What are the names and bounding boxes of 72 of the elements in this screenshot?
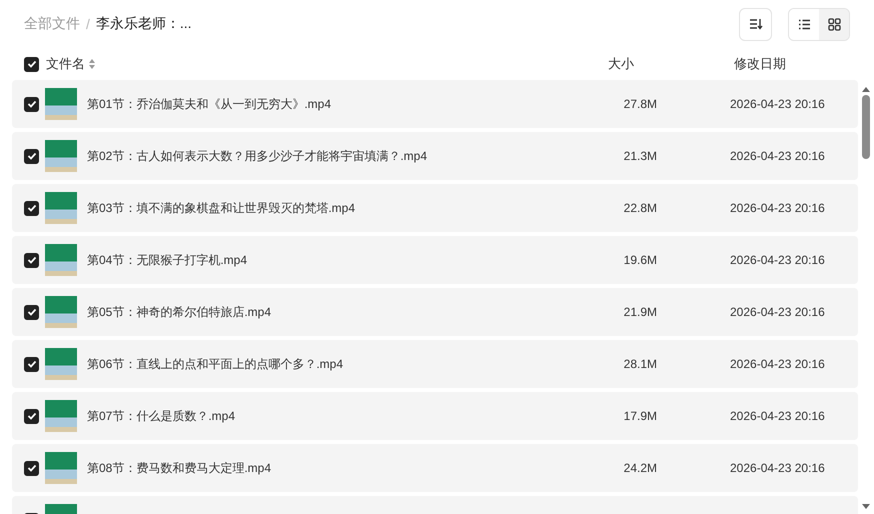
checkbox[interactable] <box>24 56 39 72</box>
video-thumbnail-placeholder <box>45 244 77 276</box>
checkbox[interactable] <box>24 200 39 216</box>
video-thumbnail-placeholder <box>45 452 77 484</box>
checkmark-icon <box>26 308 36 316</box>
file-size: 19.6M <box>622 253 657 267</box>
file-size: 27.8M <box>622 97 657 111</box>
column-header[interactable]: 文件名 <box>46 55 85 73</box>
file-row[interactable]: 第08节：费马数和费马大定理.mp4 24.2M 2026-04-23 20:16 <box>12 444 858 492</box>
checkmark-icon <box>26 204 36 212</box>
video-thumbnail-placeholder <box>45 140 77 172</box>
file-name: 第07节：什么是质数？.mp4 <box>87 408 236 424</box>
checkbox[interactable] <box>24 96 39 112</box>
file-row[interactable]: 第05节：神奇的希尔伯特旅店.mp4 21.9M 2026-04-23 20:16 <box>12 288 858 336</box>
checkbox[interactable] <box>24 356 39 372</box>
file-size: 28.1M <box>622 357 657 371</box>
file-name: 第08节：费马数和费马大定理.mp4 <box>87 460 272 476</box>
file-row[interactable]: 第04节：无限猴子打字机.mp4 19.6M 2026-04-23 20:16 <box>12 236 858 284</box>
file-name: 第02节：古人如何表示大数？用多少沙子才能将宇宙填满？.mp4 <box>87 148 428 164</box>
file-row[interactable]: 第06节：直线上的点和平面上的点哪个多？.mp4 28.1M 2026-04-23 20:16 <box>12 340 858 388</box>
grid-icon <box>828 18 840 30</box>
file-name: 第03节：填不满的象棋盘和让世界毁灭的梵塔.mp4 <box>87 200 356 216</box>
video-thumbnail-placeholder <box>45 88 77 120</box>
modified-date: 2026-04-23 20:16 <box>730 149 825 163</box>
modified-date: 2026-04-23 20:16 <box>730 357 825 371</box>
checkmark-icon <box>26 100 36 108</box>
checkmark-icon <box>26 152 36 160</box>
file-name: 第06节：直线上的点和平面上的点哪个多？.mp4 <box>87 356 344 372</box>
file-size: 17.9M <box>622 409 657 423</box>
checkmark-icon <box>26 464 36 472</box>
video-thumbnail-placeholder <box>45 348 77 380</box>
file-size: 24.2M <box>622 461 657 475</box>
video-thumbnail-placeholder <box>45 296 77 328</box>
checkmark-icon <box>26 360 36 368</box>
checkbox[interactable] <box>24 304 39 320</box>
breadcrumb-separator: / <box>86 16 90 32</box>
scrollbar-thumb[interactable] <box>862 95 870 159</box>
file-size: 21.3M <box>622 149 657 163</box>
modified-date: 2026-04-23 20:16 <box>730 305 825 319</box>
checkbox[interactable] <box>24 408 39 424</box>
grid-view-button[interactable] <box>819 8 849 40</box>
file-size: 22.8M <box>622 201 657 215</box>
modified-date: 2026-04-23 20:16 <box>730 409 825 423</box>
scroll-down-icon[interactable] <box>861 504 871 510</box>
modified-date: 2026-04-23 20:16 <box>730 253 825 267</box>
sort-button[interactable] <box>739 8 772 40</box>
file-name: 第01节：乔治伽莫夫和《从一到无穷大》.mp4 <box>87 96 332 112</box>
checkmark-icon <box>26 412 36 420</box>
checkbox[interactable] <box>24 252 39 268</box>
file-row[interactable]: 第07节：什么是质数？.mp4 17.9M 2026-04-23 20:16 <box>12 392 858 440</box>
checkbox[interactable] <box>24 460 39 476</box>
column-header: 大小 <box>608 55 635 73</box>
file-name: 第05节：神奇的希尔伯特旅店.mp4 <box>87 304 272 320</box>
video-thumbnail-placeholder <box>45 192 77 224</box>
file-row[interactable]: 第03节：填不满的象棋盘和让世界毁灭的梵塔.mp4 22.8M 2026-04-23 20:16 <box>12 184 858 232</box>
modified-date: 2026-04-23 20:16 <box>730 97 825 111</box>
sort-toggle-icon[interactable] <box>89 59 95 69</box>
checkbox[interactable] <box>24 148 39 164</box>
checkmark-icon <box>26 256 36 264</box>
scroll-up-icon[interactable] <box>861 86 871 92</box>
list-icon <box>798 18 810 30</box>
file-row[interactable]: 第02节：古人如何表示大数？用多少沙子才能将宇宙填满？.mp4 21.3M 2026-04-23 20:16 <box>12 132 858 180</box>
checkmark-icon <box>26 60 36 68</box>
video-thumbnail-placeholder <box>45 400 77 432</box>
file-row[interactable]: 第01节：乔治伽莫夫和《从一到无穷大》.mp4 27.8M 2026-04-23 20:16 <box>12 80 858 128</box>
modified-date: 2026-04-23 20:16 <box>730 461 825 475</box>
breadcrumb-current: 李永乐老师：... <box>96 15 192 33</box>
sort-icon <box>748 18 762 30</box>
modified-date: 2026-04-23 20:16 <box>730 201 825 215</box>
file-size: 21.9M <box>622 305 657 319</box>
file-name: 第04节：无限猴子打字机.mp4 <box>87 252 248 268</box>
column-header: 修改日期 <box>734 55 786 73</box>
